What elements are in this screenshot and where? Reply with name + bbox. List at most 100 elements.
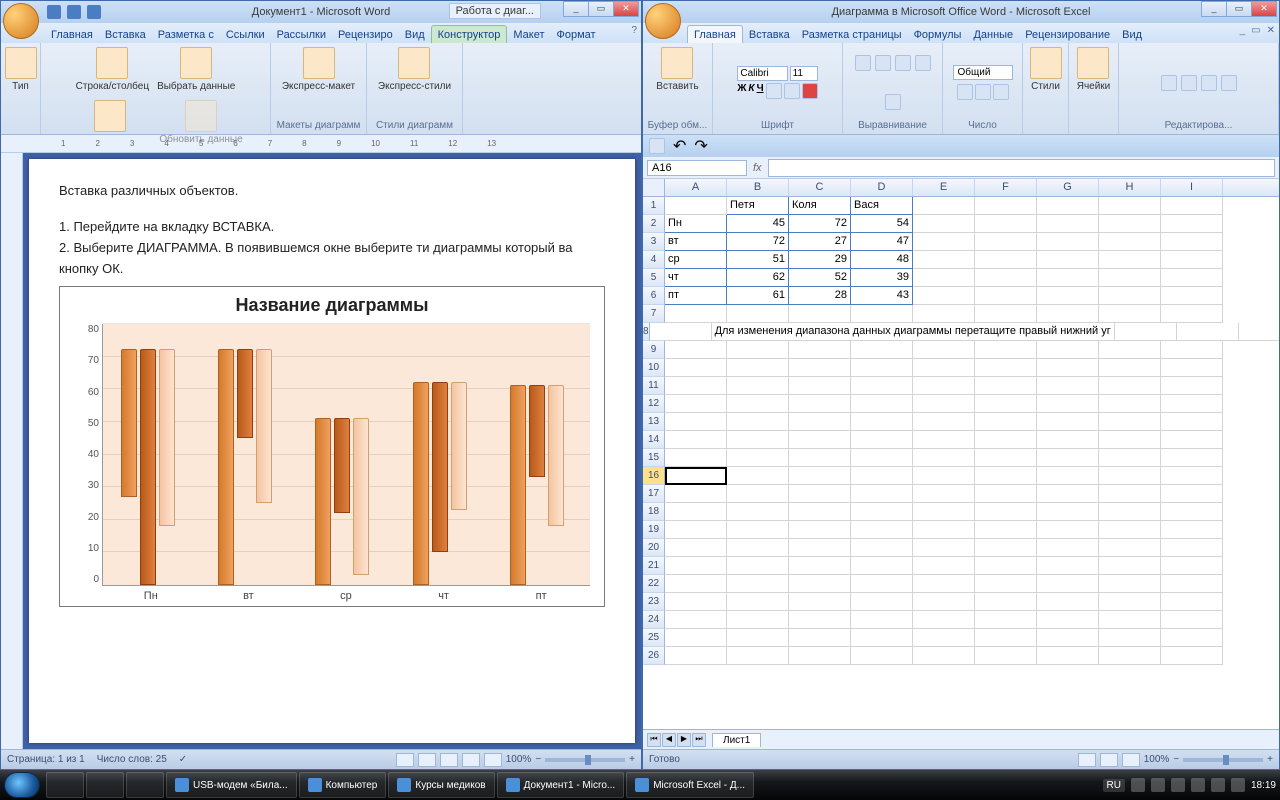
cell[interactable]: [1161, 287, 1223, 305]
cell[interactable]: [913, 377, 975, 395]
cell[interactable]: [665, 431, 727, 449]
row-header[interactable]: 24: [643, 611, 665, 629]
help-icon[interactable]: ?: [631, 25, 637, 36]
cell[interactable]: [913, 287, 975, 305]
pinned-ie-icon[interactable]: [46, 772, 84, 798]
cell[interactable]: [1177, 323, 1239, 341]
cell[interactable]: [851, 341, 913, 359]
cell[interactable]: [1161, 521, 1223, 539]
cell[interactable]: [1037, 449, 1099, 467]
cell[interactable]: [789, 521, 851, 539]
reading-view-button[interactable]: [418, 753, 436, 767]
cell[interactable]: [975, 575, 1037, 593]
cell[interactable]: [913, 611, 975, 629]
cell[interactable]: [975, 287, 1037, 305]
cell[interactable]: [1161, 647, 1223, 665]
currency-button[interactable]: [957, 84, 973, 100]
row-header[interactable]: 16: [643, 467, 665, 485]
close-button[interactable]: ✕: [613, 1, 639, 17]
cell[interactable]: [789, 557, 851, 575]
col-header[interactable]: E: [913, 179, 975, 196]
cell[interactable]: [1161, 449, 1223, 467]
cell[interactable]: [975, 413, 1037, 431]
excel-titlebar[interactable]: Диаграмма в Microsoft Office Word - Micr…: [643, 1, 1279, 23]
cell[interactable]: [1099, 503, 1161, 521]
word-page[interactable]: Вставка различных объектов. 1. Перейдите…: [29, 159, 635, 743]
next-sheet-button[interactable]: ▶: [677, 733, 691, 747]
row-header[interactable]: 26: [643, 647, 665, 665]
font-color-button[interactable]: [802, 83, 818, 99]
cell[interactable]: Петя: [727, 197, 789, 215]
clock[interactable]: 18:19: [1251, 780, 1276, 791]
cell[interactable]: 61: [727, 287, 789, 305]
cell[interactable]: [913, 647, 975, 665]
cell[interactable]: [851, 593, 913, 611]
cell[interactable]: [913, 629, 975, 647]
web-view-button[interactable]: [440, 753, 458, 767]
cell[interactable]: [913, 485, 975, 503]
cell[interactable]: [851, 629, 913, 647]
cell[interactable]: [975, 557, 1037, 575]
cell[interactable]: [727, 629, 789, 647]
tray-icon[interactable]: [1191, 778, 1205, 792]
cell[interactable]: [789, 413, 851, 431]
cell[interactable]: [1161, 305, 1223, 323]
cell[interactable]: [789, 629, 851, 647]
cell[interactable]: [665, 521, 727, 539]
cell[interactable]: [1099, 341, 1161, 359]
tray-icon[interactable]: [1151, 778, 1165, 792]
cell[interactable]: [975, 233, 1037, 251]
cell[interactable]: [1161, 269, 1223, 287]
cell[interactable]: [913, 449, 975, 467]
tab-Вид[interactable]: Вид: [1116, 26, 1148, 43]
cell[interactable]: [727, 647, 789, 665]
cell[interactable]: 72: [789, 215, 851, 233]
cell[interactable]: [1161, 611, 1223, 629]
cell[interactable]: [1037, 503, 1099, 521]
cell[interactable]: [727, 377, 789, 395]
row-header[interactable]: 25: [643, 629, 665, 647]
cell[interactable]: [851, 449, 913, 467]
cell[interactable]: 45: [727, 215, 789, 233]
cell[interactable]: [1115, 323, 1177, 341]
cell[interactable]: [851, 611, 913, 629]
cell[interactable]: [1037, 233, 1099, 251]
sheet-tab[interactable]: Лист1: [712, 733, 761, 747]
cell[interactable]: 52: [789, 269, 851, 287]
cell[interactable]: [650, 323, 712, 341]
align-left-button[interactable]: [855, 55, 871, 71]
cell[interactable]: [727, 413, 789, 431]
col-header[interactable]: A: [665, 179, 727, 196]
cell[interactable]: 62: [727, 269, 789, 287]
doc-restore-button[interactable]: ▭: [1251, 25, 1260, 36]
tab-Рецензиро[interactable]: Рецензиро: [332, 26, 399, 43]
styles-button[interactable]: Стили: [1028, 45, 1064, 94]
cell[interactable]: [1161, 431, 1223, 449]
cell[interactable]: [789, 431, 851, 449]
row-header[interactable]: 18: [643, 503, 665, 521]
cell[interactable]: пт: [665, 287, 727, 305]
cell[interactable]: [975, 629, 1037, 647]
cell[interactable]: [975, 197, 1037, 215]
cell[interactable]: [1037, 341, 1099, 359]
cell[interactable]: [1161, 359, 1223, 377]
cell[interactable]: [975, 269, 1037, 287]
tab-Формулы[interactable]: Формулы: [908, 26, 968, 43]
word-titlebar[interactable]: Документ1 - Microsoft Word Работа с диаг…: [1, 1, 641, 23]
cell[interactable]: [851, 557, 913, 575]
cell[interactable]: [665, 413, 727, 431]
cell[interactable]: [665, 359, 727, 377]
cell[interactable]: [1037, 251, 1099, 269]
cell[interactable]: [665, 395, 727, 413]
cell[interactable]: [913, 233, 975, 251]
cell[interactable]: [1099, 575, 1161, 593]
cell[interactable]: [1161, 593, 1223, 611]
zoom-out-button[interactable]: −: [535, 754, 541, 765]
cell[interactable]: ср: [665, 251, 727, 269]
cell[interactable]: Для изменения диапазона данных диаграммы…: [712, 323, 1115, 341]
cell[interactable]: [727, 611, 789, 629]
row-header[interactable]: 19: [643, 521, 665, 539]
cell[interactable]: [727, 503, 789, 521]
wrap-text-button[interactable]: [915, 55, 931, 71]
cell[interactable]: [851, 395, 913, 413]
